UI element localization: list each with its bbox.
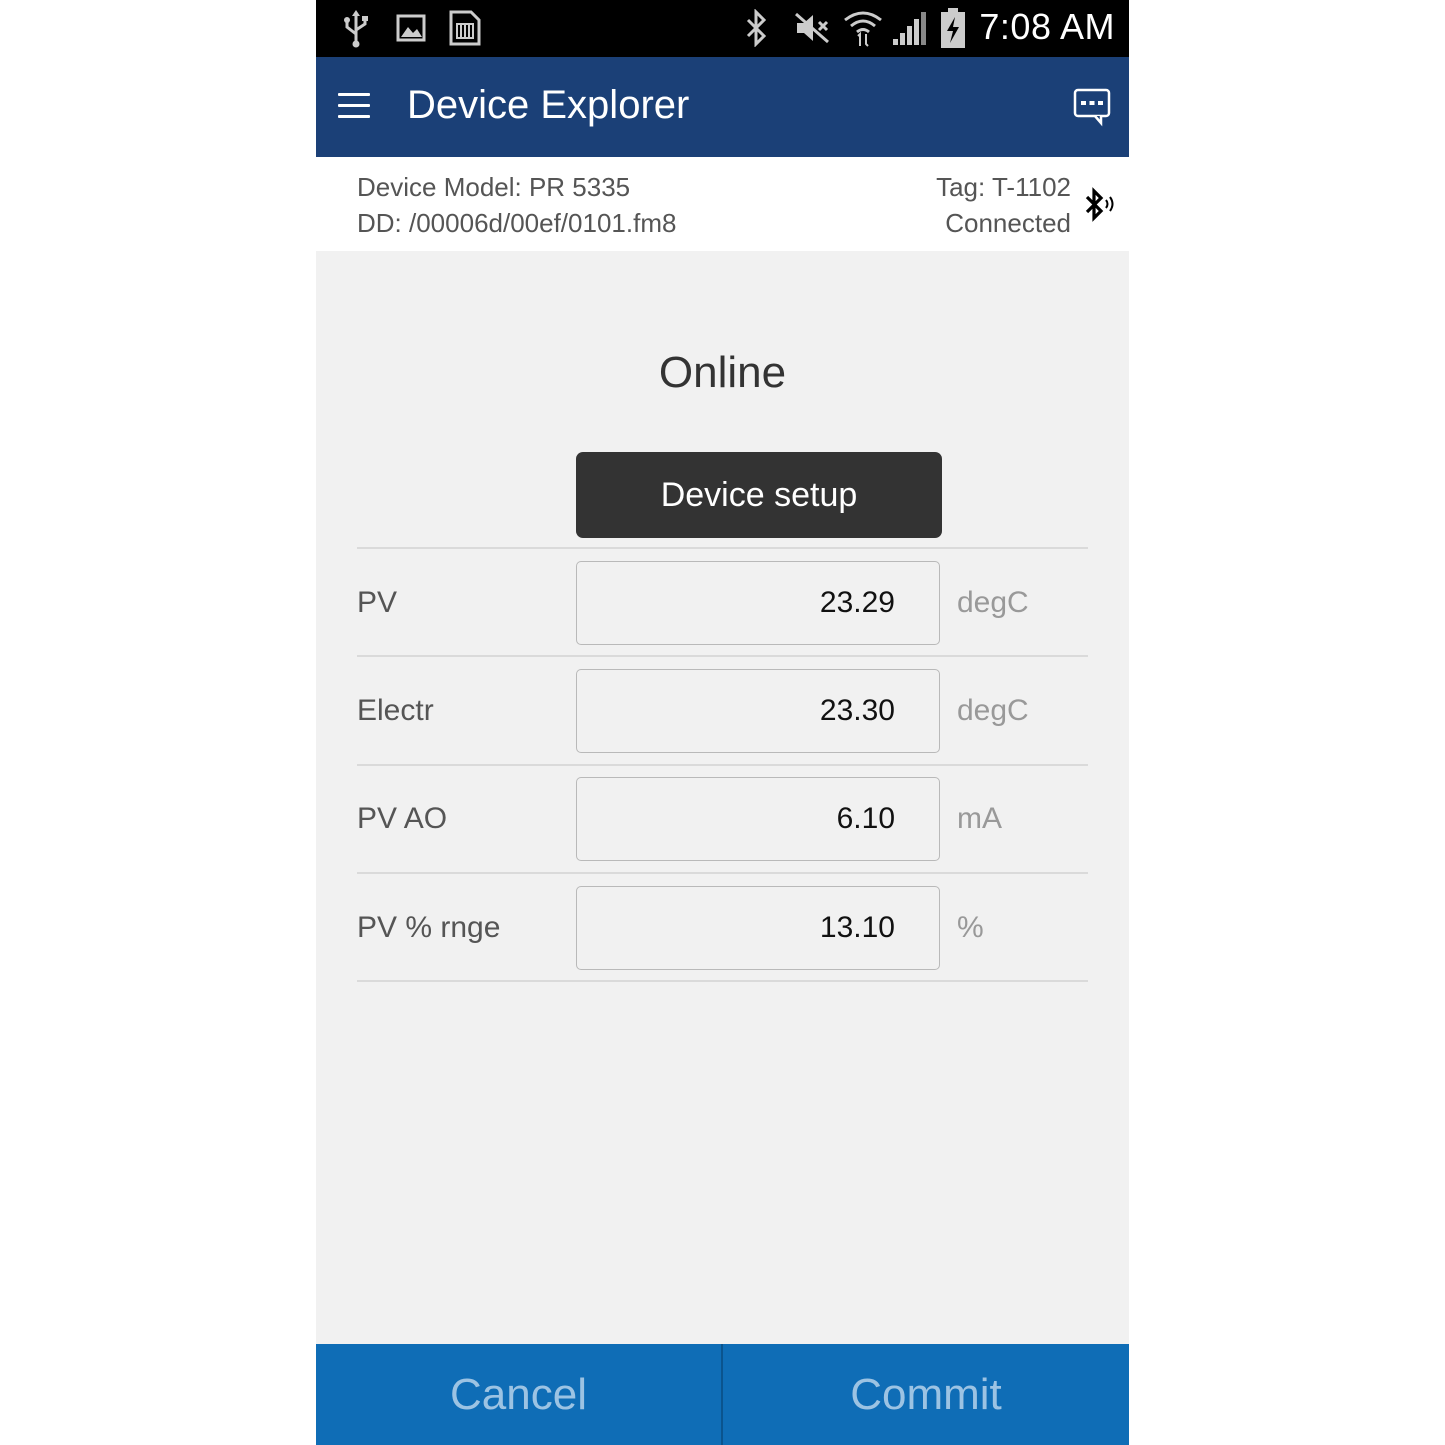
pv-value-field[interactable]: 23.29 bbox=[576, 561, 940, 645]
divider bbox=[357, 547, 1088, 549]
pv-range-value-field[interactable]: 13.10 bbox=[576, 886, 940, 970]
pv-ao-value-field[interactable]: 6.10 bbox=[576, 777, 940, 861]
device-dd-path: DD: /00006d/00ef/0101.fm8 bbox=[357, 208, 677, 238]
mute-icon bbox=[792, 8, 832, 48]
electr-value-field[interactable]: 23.30 bbox=[576, 669, 940, 753]
pv-range-label: PV % rnge bbox=[357, 911, 501, 944]
pv-ao-unit: mA bbox=[957, 802, 1002, 835]
divider bbox=[357, 655, 1088, 657]
wifi-icon bbox=[842, 8, 884, 48]
bottom-action-bar: Cancel Commit bbox=[316, 1344, 1129, 1445]
status-bar: 7:08 AM bbox=[316, 0, 1129, 57]
device-info-panel: Device Model: PR 5335 DD: /00006d/00ef/0… bbox=[316, 157, 1129, 251]
menu-icon[interactable] bbox=[338, 93, 372, 121]
divider bbox=[357, 764, 1088, 766]
app-title: Device Explorer bbox=[407, 83, 690, 127]
chat-icon[interactable] bbox=[1073, 87, 1111, 127]
bluetooth-connected-icon bbox=[1083, 187, 1117, 223]
divider bbox=[357, 980, 1088, 982]
device-setup-button[interactable]: Device setup bbox=[576, 452, 942, 538]
signal-icon bbox=[890, 8, 930, 48]
commit-button[interactable]: Commit bbox=[723, 1344, 1129, 1445]
cancel-button[interactable]: Cancel bbox=[316, 1344, 721, 1445]
phone-screen: 7:08 AM Device Explorer Device Model: PR… bbox=[316, 0, 1129, 1445]
app-bar: Device Explorer bbox=[316, 57, 1129, 157]
pv-range-unit: % bbox=[957, 911, 984, 944]
pv-label: PV bbox=[357, 586, 398, 619]
divider bbox=[357, 872, 1088, 874]
section-title: Online bbox=[658, 348, 787, 397]
electr-label: Electr bbox=[357, 694, 434, 727]
image-icon bbox=[394, 8, 428, 48]
pv-unit: degC bbox=[957, 586, 1029, 619]
device-tag: Tag: T-1102 bbox=[936, 172, 1071, 202]
electr-unit: degC bbox=[957, 694, 1029, 727]
sim-card-icon bbox=[446, 8, 484, 48]
status-time: 7:08 AM bbox=[979, 6, 1115, 47]
pv-ao-label: PV AO bbox=[357, 802, 448, 835]
battery-charging-icon bbox=[938, 8, 968, 48]
bluetooth-icon bbox=[742, 8, 772, 48]
device-model: Device Model: PR 5335 bbox=[357, 172, 631, 202]
usb-icon bbox=[340, 8, 372, 48]
connection-status: Connected bbox=[945, 208, 1071, 238]
